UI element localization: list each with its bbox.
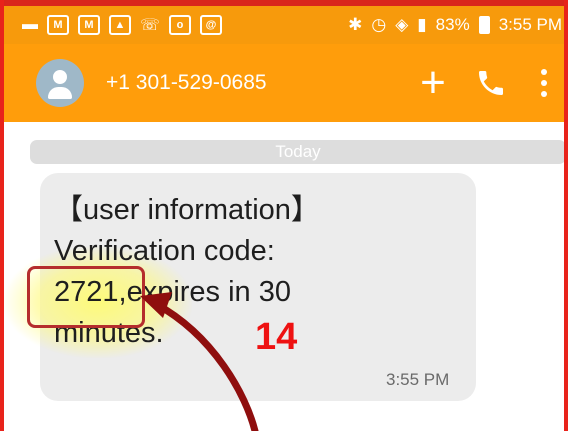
status-bar: ▬ M M ▲ ☏ o @ ✱ ◷ ◈ ▮ 83% 3:55 PM (0, 6, 568, 44)
gmail-icon-2: M (78, 15, 100, 35)
avatar-body-icon (48, 87, 72, 99)
avatar-head-icon (53, 70, 67, 84)
notification-icons: ▬ M M ▲ ☏ o @ (22, 15, 223, 35)
conversation-app-bar: +1 301-529-0685 + (0, 44, 568, 122)
system-status: ✱ ◷ ◈ ▮ 83% 3:55 PM (348, 6, 562, 44)
wifi-call-icon: ☏ (140, 17, 161, 34)
app-bar-actions: + (404, 44, 568, 122)
image-icon: ▲ (109, 15, 131, 35)
dot-icon (541, 91, 547, 97)
outlook-icon: o (169, 15, 192, 35)
bluetooth-icon: ✱ (348, 15, 363, 34)
message-timestamp: 3:55 PM (386, 370, 450, 389)
battery-icon (478, 16, 490, 34)
dot-icon (541, 80, 547, 86)
wifi-icon: ◈ (395, 15, 409, 34)
signal-icon: ▮ (417, 15, 427, 34)
date-divider: Today (30, 140, 566, 164)
dot-icon (541, 69, 547, 75)
add-icon[interactable]: + (404, 61, 462, 105)
phone-icon-glyph (479, 71, 503, 95)
chat-icon: ▬ (22, 16, 38, 33)
more-options-icon[interactable] (520, 69, 568, 97)
contact-avatar[interactable] (36, 59, 84, 107)
battery-percent: 83% (435, 15, 470, 34)
phone-icon[interactable] (462, 67, 520, 99)
contact-number[interactable]: +1 301-529-0685 (106, 71, 267, 95)
clock: 3:55 PM (498, 15, 562, 34)
gmail-icon: M (47, 15, 69, 35)
email-icon: @ (200, 15, 223, 35)
alarm-icon: ◷ (371, 15, 387, 34)
step-number: 14 (255, 316, 298, 358)
